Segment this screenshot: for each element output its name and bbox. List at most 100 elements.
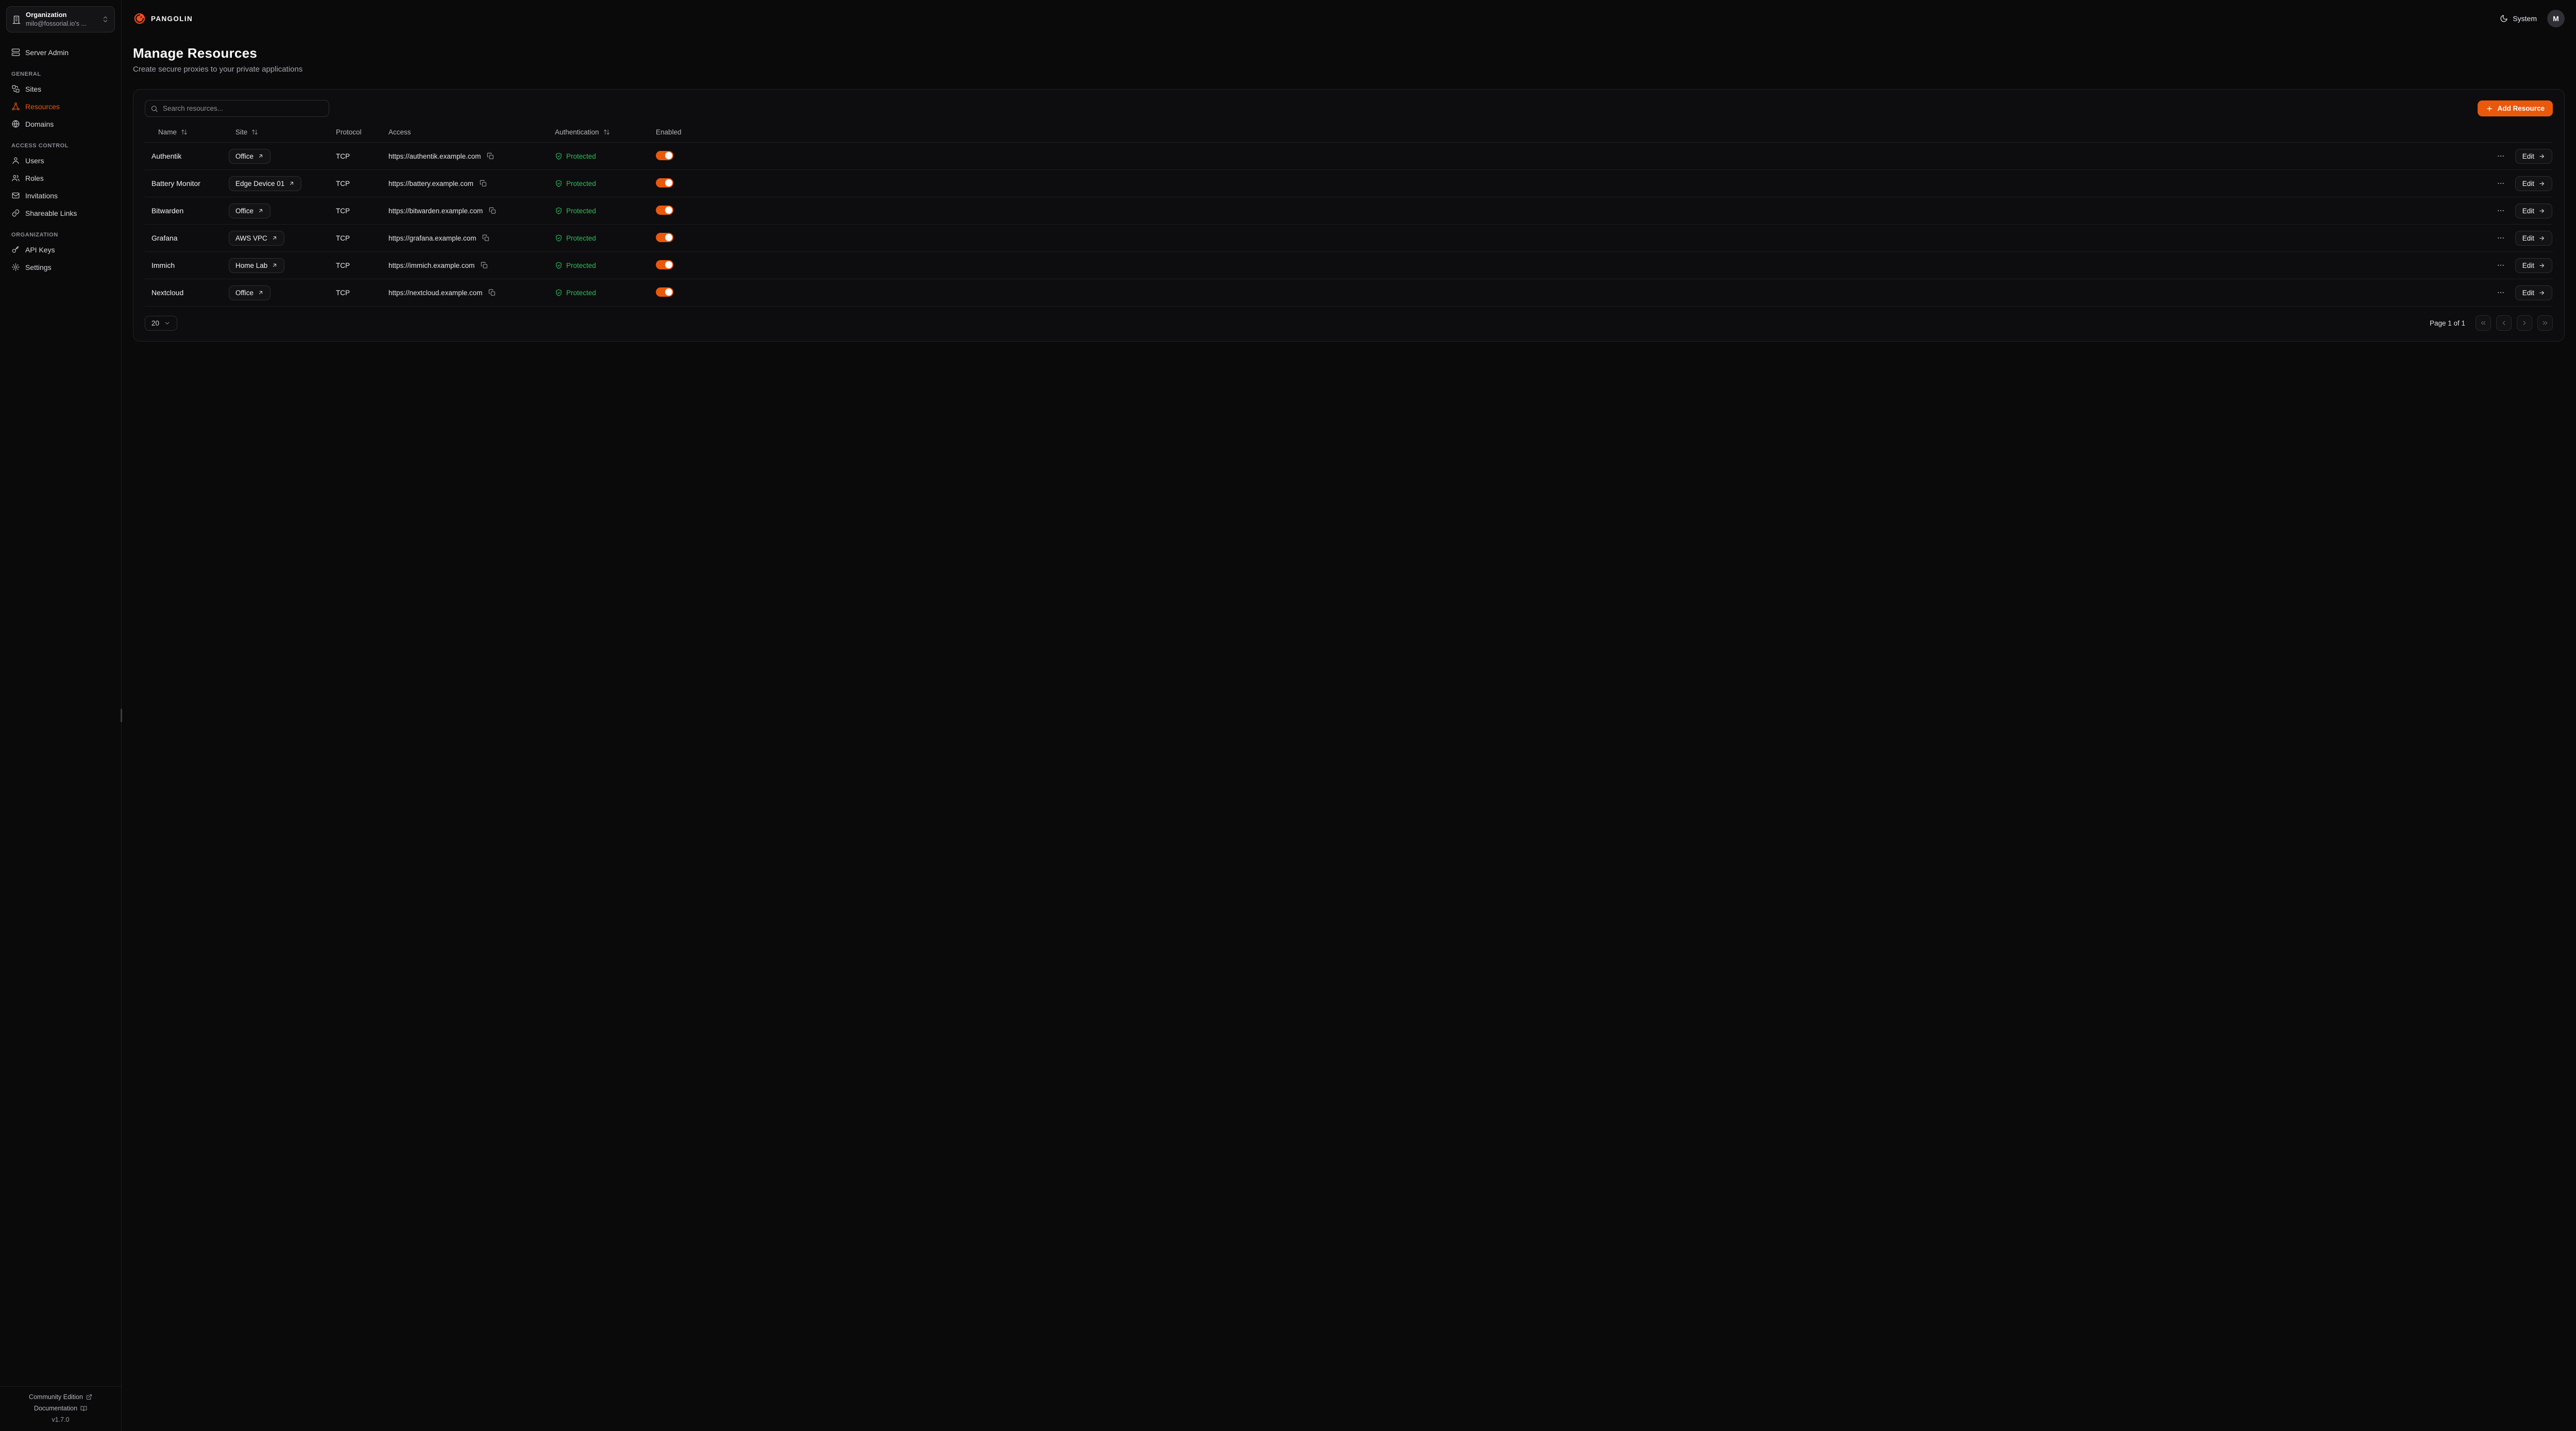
- column-authentication-label: Authentication: [555, 128, 599, 136]
- enabled-toggle[interactable]: [656, 206, 673, 215]
- shield-check-icon: [555, 152, 563, 160]
- ellipsis-icon: [2497, 234, 2505, 242]
- resource-protocol: TCP: [336, 180, 388, 188]
- toggle-knob: [665, 179, 672, 186]
- first-page-button[interactable]: [2476, 315, 2491, 331]
- site-link-button[interactable]: Edge Device 01: [229, 176, 301, 191]
- edit-button[interactable]: Edit: [2515, 258, 2552, 273]
- resource-protocol: TCP: [336, 207, 388, 215]
- site-link-button[interactable]: AWS VPC: [229, 231, 284, 246]
- arrow-up-right-icon: [258, 208, 264, 214]
- avatar[interactable]: M: [2547, 10, 2565, 27]
- sidebar-item-invitations[interactable]: Invitations: [6, 187, 115, 204]
- column-site: Site: [229, 128, 336, 136]
- enabled-toggle[interactable]: [656, 287, 673, 297]
- copy-icon: [482, 234, 489, 242]
- site-link-button[interactable]: Home Lab: [229, 258, 284, 273]
- site-name: Office: [235, 207, 253, 215]
- page-size-select[interactable]: 20: [145, 316, 177, 331]
- search-input[interactable]: [145, 100, 329, 117]
- topbar-right: System M: [2500, 10, 2565, 27]
- enabled-toggle[interactable]: [656, 233, 673, 242]
- sidebar-item-roles[interactable]: Roles: [6, 169, 115, 186]
- resource-auth-cell: Protected: [548, 289, 656, 297]
- sort-site-button[interactable]: Site: [229, 128, 258, 136]
- sidebar-item-users[interactable]: Users: [6, 152, 115, 169]
- row-menu-button[interactable]: [2495, 259, 2507, 271]
- brand[interactable]: PANGOLIN: [133, 12, 193, 25]
- column-site-label: Site: [235, 128, 247, 136]
- row-menu-button[interactable]: [2495, 205, 2507, 217]
- copy-icon: [481, 262, 488, 269]
- building-icon: [12, 15, 21, 24]
- row-menu-button[interactable]: [2495, 232, 2507, 244]
- plus-icon: [2486, 105, 2493, 112]
- sidebar-item-domains[interactable]: Domains: [6, 115, 115, 132]
- site-link-button[interactable]: Office: [229, 285, 270, 300]
- edit-button[interactable]: Edit: [2515, 176, 2552, 191]
- sidebar-item-api-keys[interactable]: API Keys: [6, 241, 115, 258]
- edit-label: Edit: [2522, 152, 2534, 160]
- row-menu-button[interactable]: [2495, 150, 2507, 162]
- ellipsis-icon: [2497, 261, 2505, 269]
- copy-url-button[interactable]: [479, 179, 488, 188]
- sidebar-item-shareable-links[interactable]: Shareable Links: [6, 205, 115, 222]
- site-link-button[interactable]: Office: [229, 203, 270, 218]
- enabled-toggle[interactable]: [656, 260, 673, 269]
- copy-url-button[interactable]: [487, 288, 497, 297]
- copy-url-button[interactable]: [488, 206, 497, 215]
- table-row: Battery Monitor Edge Device 01 TCP https…: [145, 170, 2553, 197]
- site-link-button[interactable]: Office: [229, 149, 270, 164]
- enabled-toggle[interactable]: [656, 178, 673, 188]
- resource-site-cell: Edge Device 01: [229, 176, 336, 191]
- edit-button[interactable]: Edit: [2515, 285, 2552, 300]
- copy-url-button[interactable]: [486, 151, 495, 161]
- page-subtitle: Create secure proxies to your private ap…: [133, 65, 2565, 74]
- theme-selector[interactable]: System: [2500, 14, 2537, 23]
- sidebar-item-sites[interactable]: Sites: [6, 80, 115, 97]
- add-resource-button[interactable]: Add Resource: [2478, 100, 2553, 116]
- arrow-up-right-icon: [272, 262, 278, 268]
- resource-auth-cell: Protected: [548, 152, 656, 160]
- shield-check-icon: [555, 180, 563, 188]
- copy-url-button[interactable]: [480, 261, 489, 270]
- row-menu-button[interactable]: [2495, 286, 2507, 299]
- sort-authentication-button[interactable]: Authentication: [548, 128, 610, 136]
- documentation-link[interactable]: Documentation: [34, 1405, 87, 1412]
- resources-table-body: Authentik Office TCP https://authentik.e…: [145, 143, 2553, 306]
- chevrons-right-icon: [2541, 319, 2549, 327]
- sidebar-item-label: Sites: [25, 85, 41, 93]
- prev-page-button[interactable]: [2496, 315, 2512, 331]
- edit-label: Edit: [2522, 289, 2534, 297]
- edit-label: Edit: [2522, 262, 2534, 269]
- key-icon: [11, 245, 20, 254]
- sort-name-button[interactable]: Name: [151, 128, 188, 136]
- edit-button[interactable]: Edit: [2515, 149, 2552, 164]
- combine-icon: [11, 84, 20, 93]
- next-page-button[interactable]: [2517, 315, 2532, 331]
- app-root: Organization milo@fossorial.io's ... Ser…: [0, 0, 2576, 1431]
- site-name: AWS VPC: [235, 234, 267, 242]
- community-edition-link[interactable]: Community Edition: [29, 1393, 92, 1401]
- org-selector[interactable]: Organization milo@fossorial.io's ...: [6, 6, 115, 32]
- toggle-knob: [665, 234, 672, 241]
- sidebar-item-server-admin[interactable]: Server Admin: [6, 44, 115, 61]
- external-link-icon: [86, 1394, 92, 1400]
- row-menu-button[interactable]: [2495, 177, 2507, 190]
- chevron-left-icon: [2500, 319, 2507, 327]
- resource-name: Nextcloud: [151, 288, 229, 297]
- sidebar-item-settings[interactable]: Settings: [6, 259, 115, 276]
- column-name-label: Name: [158, 128, 177, 136]
- sidebar-resize-handle[interactable]: [121, 709, 122, 722]
- server-icon: [11, 48, 20, 57]
- last-page-button[interactable]: [2537, 315, 2553, 331]
- site-name: Edge Device 01: [235, 180, 284, 188]
- copy-url-button[interactable]: [481, 233, 490, 243]
- enabled-toggle[interactable]: [656, 151, 673, 160]
- sidebar-item-label: API Keys: [25, 246, 55, 254]
- edit-button[interactable]: Edit: [2515, 231, 2552, 246]
- arrow-right-icon: [2538, 289, 2545, 296]
- users-icon: [11, 174, 20, 182]
- edit-button[interactable]: Edit: [2515, 203, 2552, 218]
- sidebar-item-resources[interactable]: Resources: [6, 98, 115, 115]
